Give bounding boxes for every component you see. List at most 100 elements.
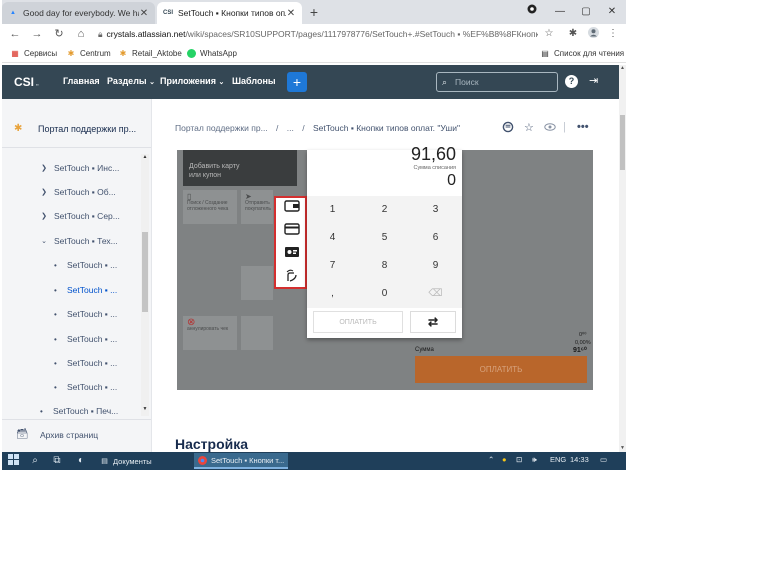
taskbar-app-label: Документы <box>113 456 152 466</box>
scroll-up-icon[interactable]: ▲ <box>141 154 149 160</box>
tree-item[interactable]: ⌄ SetTouch ▪ Тех... <box>40 236 118 246</box>
page-scrollbar[interactable]: ▲ ▼ <box>619 65 626 453</box>
gift-card-icon[interactable] <box>282 246 301 260</box>
menu-icon[interactable]: ⋮ <box>606 27 620 41</box>
scroll-down-icon[interactable]: ▼ <box>619 445 626 452</box>
tree-item[interactable]: • SetTouch ▪ ... <box>54 260 117 270</box>
tray-chevron-icon[interactable]: ⌃ <box>488 455 494 464</box>
key-5[interactable]: 5 <box>359 224 410 252</box>
comment-icon[interactable] <box>502 121 514 136</box>
taskbar-app-chrome[interactable]: SetTouch ▪ Кнопки т... <box>194 453 288 469</box>
profile-icon[interactable] <box>586 27 600 41</box>
tree-item[interactable]: ❯ SetTouch ▪ Сер... <box>40 211 120 221</box>
edge-icon[interactable]: ◐ <box>74 454 88 468</box>
search-input[interactable]: ⌕ Поиск <box>436 72 558 92</box>
bullet-icon: • <box>54 260 57 270</box>
key-2[interactable]: 2 <box>359 196 410 224</box>
task-view-icon[interactable]: ⧉ <box>50 454 64 468</box>
close-icon[interactable]: ✕ <box>286 8 296 19</box>
bookmark-whatsapp[interactable]: WhatsApp <box>186 47 237 60</box>
tree-item[interactable]: • SetTouch ▪ ... <box>54 382 117 392</box>
volume-icon[interactable]: 🕪︎ <box>532 455 537 465</box>
profile-record-icon[interactable] <box>522 4 542 20</box>
scroll-down-icon[interactable]: ▼ <box>141 406 149 412</box>
bookmark-centrum[interactable]: ✱ Centrum <box>66 47 111 60</box>
nav-home[interactable]: Главная <box>63 76 100 86</box>
key-4[interactable]: 4 <box>307 224 358 252</box>
swap-icon[interactable]: ⇄ <box>410 311 456 333</box>
watch-eye-icon[interactable] <box>544 121 556 136</box>
new-tab-button[interactable]: + <box>306 4 322 20</box>
clock[interactable]: 14:33 <box>570 455 589 464</box>
reading-list[interactable]: ▤ Список для чтения <box>540 47 624 60</box>
address-bar[interactable]: 🔒︎ crystals.atlassian.net/wiki/spaces/SR1… <box>98 27 538 41</box>
home-icon[interactable]: ⌂ <box>74 27 88 41</box>
search-icon[interactable]: ⌕ <box>28 454 42 468</box>
tree-item[interactable]: • SetTouch ▪ ... <box>54 309 117 319</box>
browser-tab-2[interactable]: CSI SetTouch ▪ Кнопки типов оплат ✕ <box>157 2 302 24</box>
key-7[interactable]: 7 <box>307 252 358 280</box>
extensions-icon[interactable]: ✱ <box>566 27 580 41</box>
browser-tab-1[interactable]: ▲ Good day for everybody. We ha ✕ <box>2 2 155 24</box>
bookmark-star-icon[interactable]: ☆ <box>542 27 556 41</box>
key-8[interactable]: 8 <box>359 252 410 280</box>
credit-card-icon[interactable] <box>282 223 301 237</box>
notifications-icon[interactable]: ▭ <box>600 455 607 464</box>
forward-icon[interactable]: → <box>30 27 44 41</box>
scroll-up-icon[interactable]: ▲ <box>619 65 626 72</box>
pay-button-disabled[interactable]: ОПЛАТИТЬ <box>313 311 403 333</box>
bookmark-retail[interactable]: ✱ Retail_Aktobe <box>118 47 182 60</box>
tap-pay-icon[interactable] <box>282 269 301 283</box>
tree-item[interactable]: • SetTouch ▪ Печ... <box>40 406 118 416</box>
tree-item[interactable]: • SetTouch ▪ ... <box>54 358 117 368</box>
logout-icon[interactable]: ⇥ <box>589 74 598 87</box>
tree-item[interactable]: ❯ SetTouch ▪ Об... <box>40 187 116 197</box>
reload-icon[interactable]: ↻ <box>52 27 66 41</box>
breadcrumb-current[interactable]: SetTouch ▪ Кнопки типов оплат. "Уши" <box>313 123 460 133</box>
language-indicator[interactable]: ENG <box>550 455 566 464</box>
tree-item-active[interactable]: • SetTouch ▪ ... <box>54 285 117 295</box>
breadcrumb-root[interactable]: Портал поддержки пр... <box>175 123 268 133</box>
nav-templates[interactable]: Шаблоны <box>232 76 276 86</box>
close-window-button[interactable]: ✕ <box>602 4 622 20</box>
key-0[interactable]: 0 <box>359 280 410 308</box>
tree-item[interactable]: • SetTouch ▪ ... <box>54 334 117 344</box>
back-icon[interactable]: ← <box>8 27 22 41</box>
archive-pages-link[interactable]: 🗃︎ Архив страниц <box>16 429 98 440</box>
key-9[interactable]: 9 <box>410 252 461 280</box>
maximize-button[interactable]: ▢ <box>576 4 596 20</box>
url-path: /wiki/spaces/SR10SUPPORT/pages/111797877… <box>185 29 538 39</box>
sidebar-scrollbar[interactable]: ▲ ▼ <box>141 154 149 416</box>
close-icon[interactable]: ✕ <box>139 8 149 19</box>
chevron-right-icon[interactable]: ❯ <box>40 212 48 220</box>
more-actions-icon[interactable]: ••• <box>577 121 589 133</box>
csi-logo[interactable]: CSI ▪▪ <box>14 75 39 89</box>
tray-app-icon[interactable]: ● <box>502 455 507 464</box>
windows-start-icon[interactable] <box>6 454 20 468</box>
backspace-icon[interactable]: ⌫ <box>410 280 461 308</box>
chevron-right-icon[interactable]: ❯ <box>40 188 48 196</box>
chevron-down-icon[interactable]: ⌄ <box>40 237 48 245</box>
help-icon[interactable]: ? <box>565 75 578 88</box>
star-icon[interactable]: ☆ <box>524 121 534 134</box>
key-comma[interactable]: , <box>307 280 358 308</box>
create-button[interactable]: + <box>287 72 307 92</box>
browser-tabstrip: ▲ Good day for everybody. We ha ✕ CSI Se… <box>2 0 626 24</box>
wallet-icon[interactable] <box>282 200 301 214</box>
scrollbar-thumb[interactable] <box>620 115 625 170</box>
bullet-icon: • <box>54 285 57 295</box>
nav-apps[interactable]: Приложения ⌄ <box>160 76 224 86</box>
scrollbar-thumb[interactable] <box>142 232 148 312</box>
chevron-right-icon[interactable]: ❯ <box>40 164 48 172</box>
key-1[interactable]: 1 <box>307 196 358 224</box>
space-title[interactable]: ✱ Портал поддержки пр... <box>14 123 136 135</box>
breadcrumb-ellipsis[interactable]: ... <box>287 123 294 133</box>
key-3[interactable]: 3 <box>410 196 461 224</box>
key-6[interactable]: 6 <box>410 224 461 252</box>
minimize-button[interactable]: — <box>550 4 570 20</box>
bookmark-services[interactable]: ▦ Сервисы <box>10 47 57 60</box>
network-icon[interactable]: ⊡ <box>516 455 522 464</box>
taskbar-app-documents[interactable]: ▤ Документы <box>96 453 190 469</box>
tree-item[interactable]: ❯ SetTouch ▪ Инс... <box>40 163 119 173</box>
nav-spaces[interactable]: Разделы ⌄ <box>107 76 155 86</box>
